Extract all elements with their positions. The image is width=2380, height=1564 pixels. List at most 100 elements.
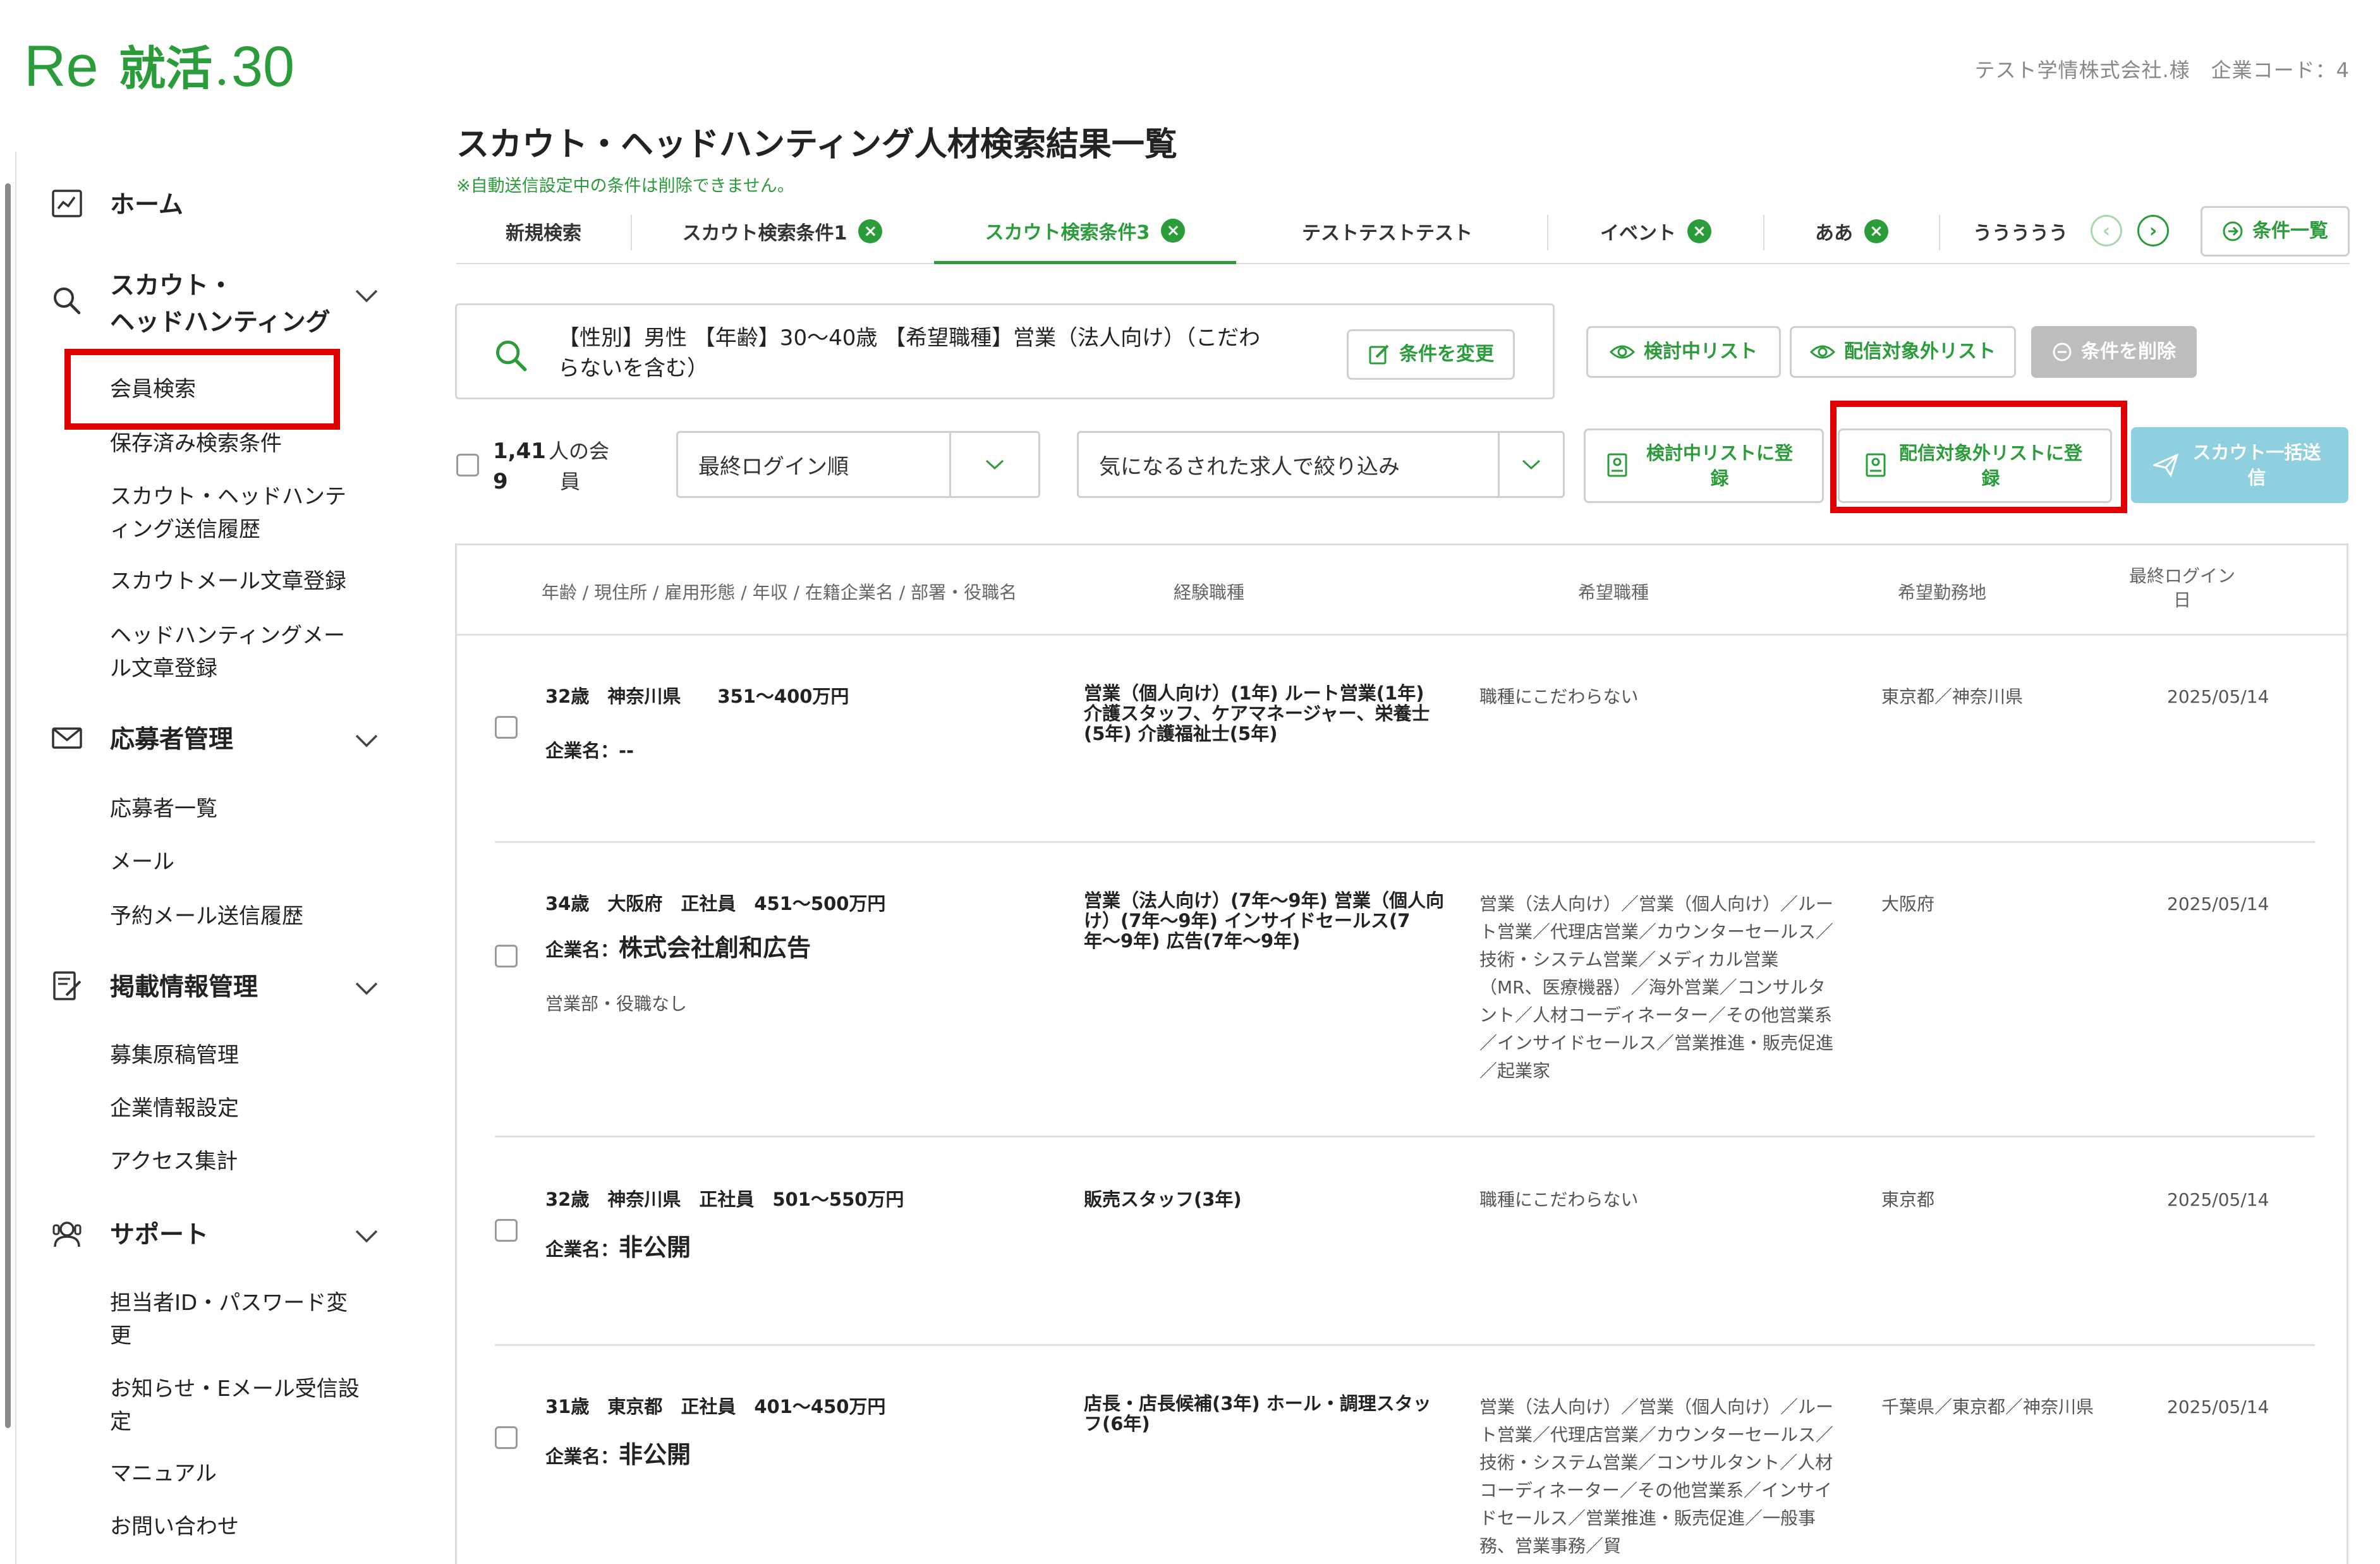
company-info: テスト学情株式会社.様 企業コード：4 xyxy=(1974,58,2350,82)
highlight-box-register-excluded xyxy=(1830,401,2127,513)
eye-icon xyxy=(1810,343,1835,361)
sidebar-item-applicant-list[interactable]: 応募者一覧 xyxy=(110,792,375,825)
register-review-button[interactable]: 検討中リストに登録 xyxy=(1584,428,1824,503)
search-icon xyxy=(51,284,83,317)
row-location: 千葉県／東京都／神奈川県 xyxy=(1881,1397,2094,1417)
chevron-down-icon[interactable] xyxy=(354,1228,379,1246)
row-profile: 31歳 東京都 正社員 401〜450万円 xyxy=(545,1396,886,1417)
sidebar-item-access-stats[interactable]: アクセス集計 xyxy=(110,1145,375,1178)
row-checkbox[interactable] xyxy=(495,1426,518,1449)
sidebar-item-scout-history[interactable]: スカウト・ヘッドハンティング送信履歴 xyxy=(110,480,363,546)
search-icon xyxy=(494,338,528,375)
change-condition-button[interactable]: 条件を変更 xyxy=(1347,329,1515,380)
scout-bulk-send-button[interactable]: スカウト一括送信 xyxy=(2131,427,2348,503)
row-company: 企業名：非公開 xyxy=(545,1234,691,1263)
row-desired: 営業（法人向け）／営業（個人向け）／ルート営業／代理店営業／カウンターセールス／… xyxy=(1479,1397,1833,1556)
chevron-down-icon[interactable] xyxy=(354,981,379,998)
tab-scout-condition-3[interactable]: スカウト検索条件3 × xyxy=(934,200,1236,264)
select-all-checkbox[interactable] xyxy=(456,454,479,476)
row-desired: 職種にこだわらない xyxy=(1479,1189,1639,1210)
sidebar-scroll-track xyxy=(15,152,16,1564)
close-icon[interactable]: × xyxy=(858,219,883,243)
row-divider xyxy=(495,841,2315,843)
button-label: 条件を削除 xyxy=(2081,341,2176,363)
company-label: 企業名： xyxy=(545,1239,619,1260)
sidebar-group-scout[interactable]: スカウト・ ヘッドハンティング xyxy=(51,268,378,341)
column-header-profile: 年齢 / 現住所 / 雇用形態 / 年収 / 在籍企業名 / 部署・役職名 xyxy=(541,582,1017,603)
sidebar-group-support[interactable]: サポート xyxy=(51,1217,378,1254)
row-checkbox[interactable] xyxy=(495,945,518,967)
row-location: 東京都／神奈川県 xyxy=(1881,686,2024,707)
tab-scout-condition-1[interactable]: スカウト検索条件1 × xyxy=(632,200,933,263)
company-label: 企業名： xyxy=(545,740,619,761)
user-list-icon xyxy=(1606,453,1629,478)
sidebar-group-label-line1: スカウト・ xyxy=(110,272,234,300)
sidebar-item-scout-mail-template[interactable]: スカウトメール文章登録 xyxy=(110,565,375,598)
chevron-down-icon[interactable] xyxy=(354,733,379,751)
sidebar-item-company-settings[interactable]: 企業情報設定 xyxy=(110,1092,375,1125)
tab-divider xyxy=(1939,215,1940,250)
filter-select[interactable]: 気になるされた求人で絞り込み xyxy=(1077,431,1565,498)
sidebar-group-applicants[interactable]: 応募者管理 xyxy=(51,722,378,758)
tab-uuuu[interactable]: ううううう xyxy=(1941,200,2099,263)
row-profile: 32歳 神奈川県 351〜400万円 xyxy=(545,686,849,707)
row-profile: 32歳 神奈川県 正社員 501〜550万円 xyxy=(545,1189,904,1210)
sidebar-item-saved-conditions[interactable]: 保存済み検索条件 xyxy=(110,427,375,460)
sidebar-group-posting[interactable]: 掲載情報管理 xyxy=(51,969,378,1006)
sidebar-item-home[interactable]: ホーム xyxy=(51,187,183,224)
row-checkbox[interactable] xyxy=(495,716,518,739)
button-label: 条件一覧 xyxy=(2252,220,2328,242)
sidebar-item-manual[interactable]: マニュアル xyxy=(110,1457,375,1490)
svg-text:Re: Re xyxy=(24,34,99,96)
tab-event[interactable]: イベント × xyxy=(1548,200,1763,263)
eye-icon xyxy=(1610,343,1635,361)
sidebar-item-scheduled-mail-history[interactable]: 予約メール送信履歴 xyxy=(110,900,375,933)
tab-label: スカウト検索条件1 xyxy=(682,222,847,245)
tab-test[interactable]: テストテストテスト xyxy=(1237,200,1537,263)
condition-list-button[interactable]: 条件一覧 xyxy=(2201,206,2350,257)
sidebar-scrollbar[interactable] xyxy=(5,183,11,1428)
row-experience: 営業（個人向け）(1年) ルート営業(1年) 介護スタッフ、ケアマネージャー、栄… xyxy=(1084,682,1430,744)
close-icon[interactable]: × xyxy=(1687,219,1711,243)
close-icon[interactable]: × xyxy=(1864,219,1888,243)
tab-scroll-left-button[interactable]: ‹ xyxy=(2091,215,2122,246)
sidebar-group-label: サポート xyxy=(110,1221,209,1249)
tab-aa[interactable]: ああ × xyxy=(1764,200,1939,263)
sidebar-item-password-change[interactable]: 担当者ID・パスワード変更 xyxy=(110,1287,363,1352)
company-name: 株式会社創和広告 xyxy=(619,934,811,962)
row-profile: 34歳 大阪府 正社員 451〜500万円 xyxy=(545,893,886,914)
row-last-login: 2025/05/14 xyxy=(2167,1397,2269,1417)
sidebar-item-notification-settings[interactable]: お知らせ・Eメール受信設定 xyxy=(110,1373,375,1438)
results-table: 年齢 / 現住所 / 雇用形態 / 年収 / 在籍企業名 / 部署・役職名 経験… xyxy=(455,543,2348,1564)
sidebar-item-headhunting-mail-template[interactable]: ヘッドハンティングメール文章登録 xyxy=(110,619,363,685)
edit-icon xyxy=(1368,343,1390,366)
app-logo[interactable]: Re 就活 30 xyxy=(24,33,315,99)
sidebar-item-contact[interactable]: お問い合わせ xyxy=(110,1510,375,1543)
excluded-list-button[interactable]: 配信対象外リスト xyxy=(1790,326,2016,378)
row-location: 東京都 xyxy=(1881,1189,1935,1210)
sidebar-group-label: 掲載情報管理 xyxy=(110,973,258,1002)
close-icon[interactable]: × xyxy=(1161,218,1186,243)
sort-select[interactable]: 最終ログイン順 xyxy=(676,431,1040,498)
sidebar-item-mail[interactable]: メール xyxy=(110,846,375,878)
tab-new-search[interactable]: 新規検索 xyxy=(456,200,631,263)
sidebar-item-recruitment-drafts[interactable]: 募集原稿管理 xyxy=(110,1039,375,1072)
tab-scroll-right-button[interactable]: › xyxy=(2137,215,2169,246)
search-summary-box: 【性別】男性 【年齢】30〜40歳 【希望職種】営業（法人向け）（こだわらないを… xyxy=(455,303,1555,399)
delete-condition-button[interactable]: 条件を削除 xyxy=(2031,326,2197,378)
chevron-down-icon[interactable] xyxy=(354,288,379,306)
row-desired: 職種にこだわらない xyxy=(1479,686,1639,707)
chevron-right-icon: › xyxy=(2149,219,2158,242)
row-desired: 営業（法人向け）／営業（個人向け）／ルート営業／代理店営業／カウンターセールス／… xyxy=(1479,894,1834,1081)
company-name: 非公開 xyxy=(619,1234,691,1261)
chevron-left-icon: ‹ xyxy=(2102,219,2111,242)
row-experience: 営業（法人向け）(7年〜9年) 営業（個人向け）(7年〜9年) インサイドセール… xyxy=(1084,890,1444,952)
company-name: -- xyxy=(619,740,634,761)
mail-icon xyxy=(51,722,83,755)
row-checkbox[interactable] xyxy=(495,1219,518,1242)
row-last-login: 2025/05/14 xyxy=(2167,894,2269,914)
row-experience: 販売スタッフ(3年) xyxy=(1084,1189,1242,1210)
sidebar-group-label: スカウト・ ヘッドハンティング xyxy=(110,268,331,341)
review-list-button[interactable]: 検討中リスト xyxy=(1586,326,1781,378)
search-condition-text: 【性別】男性 【年齢】30〜40歳 【希望職種】営業（法人向け）（こだわらないを… xyxy=(558,325,1261,381)
